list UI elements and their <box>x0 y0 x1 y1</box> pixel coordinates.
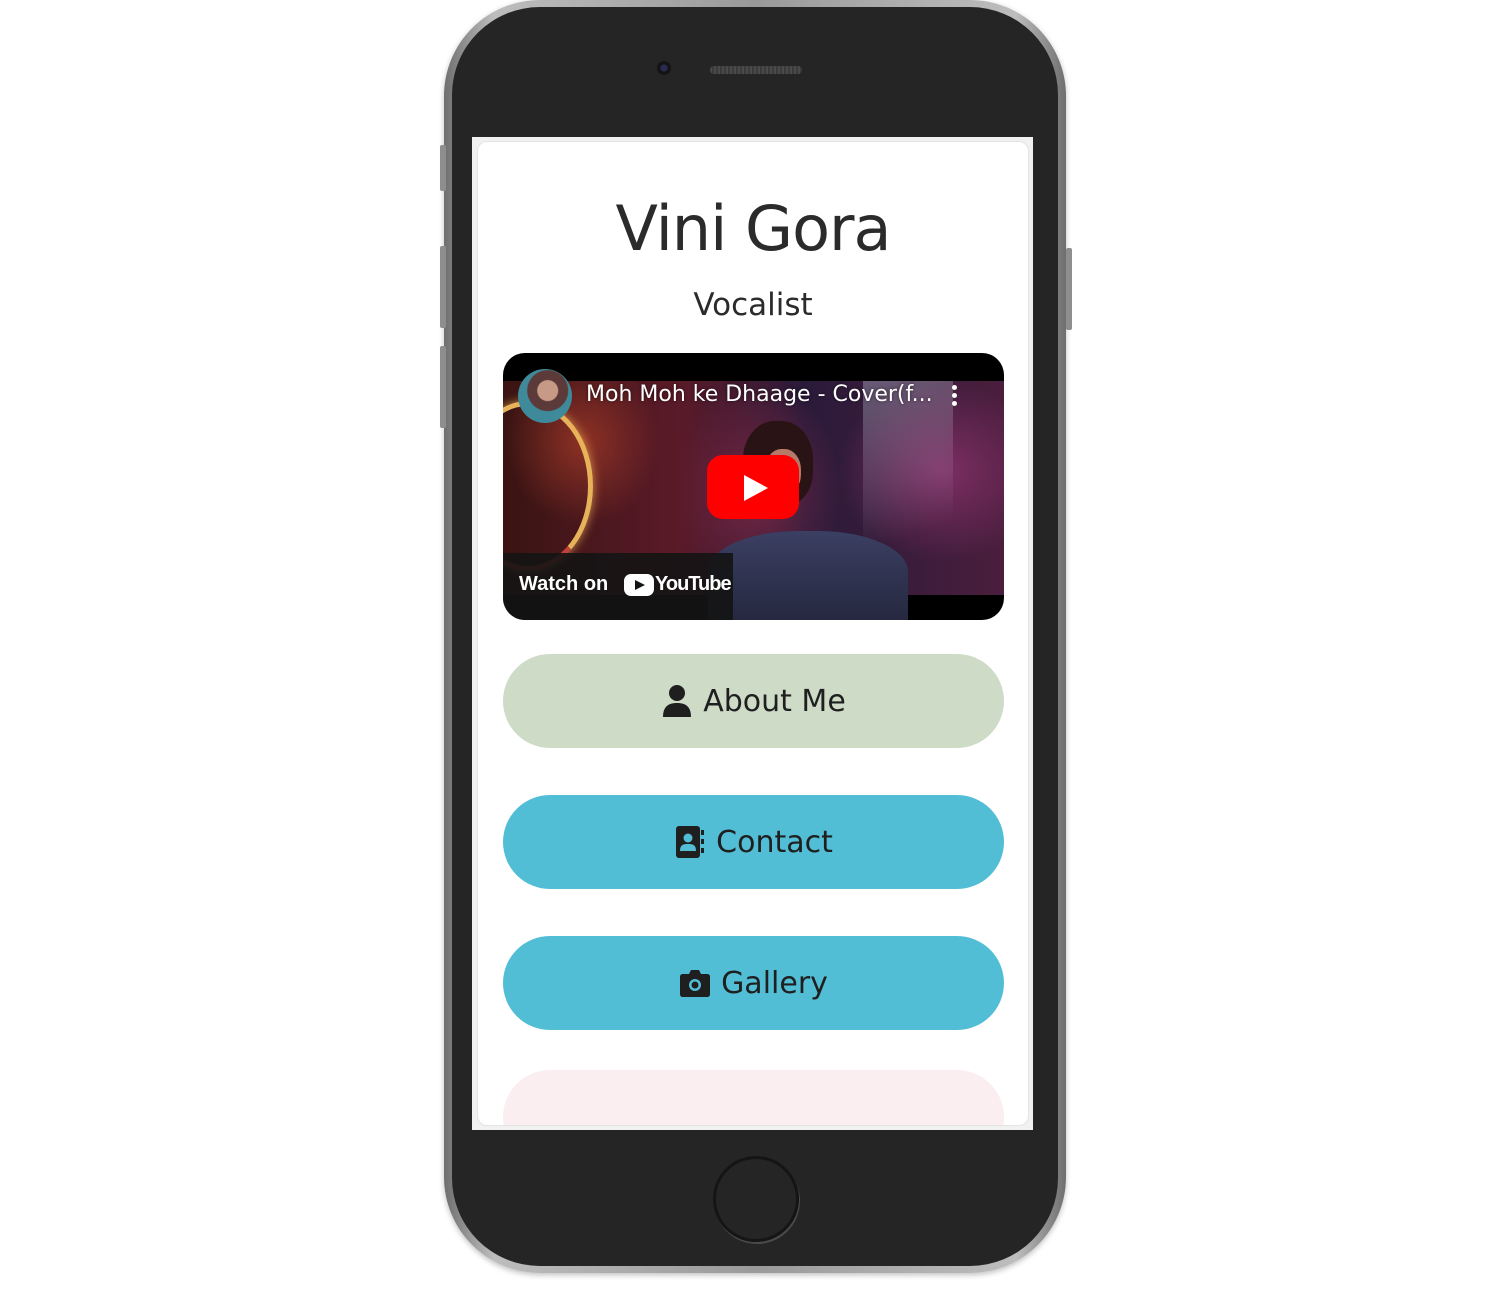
front-camera <box>657 61 671 75</box>
profile-role: Vocalist <box>693 287 813 323</box>
play-button[interactable] <box>707 455 799 519</box>
youtube-embed[interactable]: Moh Moh ke Dhaage - Cover(f... Watch on … <box>503 353 1004 620</box>
power-button <box>1066 248 1072 330</box>
address-book-icon <box>676 826 705 858</box>
gallery-button[interactable]: Gallery <box>503 936 1004 1030</box>
contact-button[interactable]: Contact <box>503 795 1004 889</box>
youtube-wordmark: YouTube <box>655 573 732 595</box>
kebab-menu-icon[interactable] <box>949 385 959 411</box>
about-me-button[interactable]: About Me <box>503 654 1004 748</box>
youtube-play-icon <box>624 574 654 596</box>
next-link-button[interactable] <box>503 1070 1004 1125</box>
earpiece-speaker <box>710 66 802 74</box>
volume-down-button <box>440 346 446 428</box>
thumbnail-light-ring <box>503 401 593 571</box>
watch-on-label[interactable]: Watch on <box>519 573 608 596</box>
camera-icon <box>680 970 711 997</box>
user-icon <box>663 685 692 717</box>
profile-card: Vini Gora Vocalist Moh Moh ke Dhaage - C… <box>477 141 1029 1126</box>
about-me-label: About Me <box>703 683 846 719</box>
thumbnail-singer-dress <box>708 531 908 620</box>
contact-label: Contact <box>716 824 833 860</box>
home-button[interactable] <box>713 1156 799 1242</box>
channel-avatar[interactable] <box>518 369 572 423</box>
profile-name: Vini Gora <box>615 192 892 265</box>
play-icon <box>744 475 768 501</box>
gallery-label: Gallery <box>721 965 828 1001</box>
video-title[interactable]: Moh Moh ke Dhaage - Cover(f... <box>586 382 933 407</box>
volume-up-button <box>440 246 446 328</box>
mute-switch <box>440 145 446 191</box>
phone-screen: Vini Gora Vocalist Moh Moh ke Dhaage - C… <box>472 137 1033 1130</box>
